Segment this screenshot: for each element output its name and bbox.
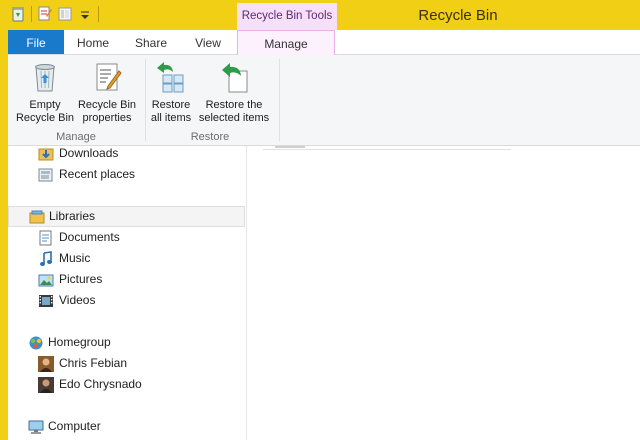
restore-all-items-button[interactable]: Restore all items [146,61,196,125]
nav-label: Downloads [59,146,119,160]
documents-icon [38,230,54,246]
tab-view[interactable]: View [180,30,236,54]
properties-label-2: properties [82,112,132,124]
nav-item-user-chris[interactable]: Chris Febian [8,353,245,374]
column-header-divider [275,146,305,148]
tab-home[interactable]: Home [64,30,122,54]
nav-label: Documents [59,230,120,244]
manage-group-label: Manage [56,131,96,143]
nav-item-downloads[interactable]: Downloads [8,143,245,164]
restore-all-label-2: all items [150,112,192,124]
nav-label: Computer [48,419,101,433]
empty-recycle-bin-button[interactable]: Empty Recycle Bin [12,61,78,125]
videos-icon [38,293,54,309]
nav-item-documents[interactable]: Documents [8,227,245,248]
recycle-bin-small-icon[interactable] [11,6,25,22]
restore-all-items-icon [155,61,187,93]
nav-item-computer[interactable]: Computer [8,416,245,437]
empty-recycle-bin-label-1: Empty [29,99,61,111]
properties-label-1: Recycle Bin [77,99,137,111]
ribbon-panel: Empty Recycle Bin Recycle Bin properties… [8,55,640,146]
nav-item-videos[interactable]: Videos [8,290,245,311]
restore-selected-items-icon [218,61,250,93]
computer-icon [28,419,44,435]
restore-all-label-1: Restore [151,99,191,111]
nav-item-music[interactable]: Music [8,248,245,269]
navigation-pane[interactable]: Downloads Recent places Libraries Docume… [8,146,247,440]
nav-label: Recent places [59,167,136,181]
nav-item-homegroup[interactable]: Homegroup [8,332,245,353]
recycle-bin-properties-button[interactable]: Recycle Bin properties [76,61,138,125]
libraries-icon [29,209,45,225]
nav-label: Chris Febian [59,356,128,370]
nav-item-pictures[interactable]: Pictures [8,269,245,290]
quick-access-toolbar [11,6,99,22]
restore-group-label: Restore [190,131,230,143]
tab-share[interactable]: Share [122,30,180,54]
nav-label: Videos [59,293,96,307]
nav-label: Homegroup [48,335,111,349]
ribbon-group-separator [279,59,280,141]
restore-selected-label-1: Restore the [205,99,263,111]
new-folder-icon[interactable] [58,6,72,22]
nav-item-recent-places[interactable]: Recent places [8,164,245,185]
homegroup-icon [28,335,44,351]
ribbon-tabs: File Home Share View Manage [8,30,640,55]
title-bar[interactable]: Recycle Bin Tools Recycle Bin [8,0,640,30]
downloads-folder-icon [38,146,54,162]
nav-item-libraries[interactable]: Libraries [8,206,245,227]
user-avatar-icon [38,377,54,393]
user-avatar-icon [38,356,54,372]
nav-label: Edo Chrysnado [59,377,142,391]
restore-selected-items-button[interactable]: Restore the selected items [196,61,272,125]
empty-recycle-bin-label-2: Recycle Bin [15,112,75,124]
nav-item-user-edo[interactable]: Edo Chrysnado [8,374,245,395]
qat-separator [98,6,99,22]
music-icon [38,251,54,267]
restore-selected-label-2: selected items [198,112,270,124]
recycle-bin-tools-header: Recycle Bin Tools [237,3,337,30]
qat-separator [31,6,32,22]
properties-icon[interactable] [38,6,52,22]
file-list-pane[interactable] [247,146,640,440]
tab-file[interactable]: File [8,30,64,54]
recent-places-icon [38,167,54,183]
nav-label: Music [59,251,91,265]
customize-dropdown-icon[interactable] [78,6,92,22]
window-title: Recycle Bin [418,7,498,24]
recycle-bin-properties-icon [91,61,123,93]
nav-label: Pictures [59,272,103,286]
empty-recycle-bin-icon [29,61,61,93]
explorer-window: Recycle Bin Tools Recycle Bin File Home … [0,0,640,440]
nav-label: Libraries [49,209,96,223]
tab-manage[interactable]: Manage [237,30,335,55]
pictures-icon [38,272,54,288]
